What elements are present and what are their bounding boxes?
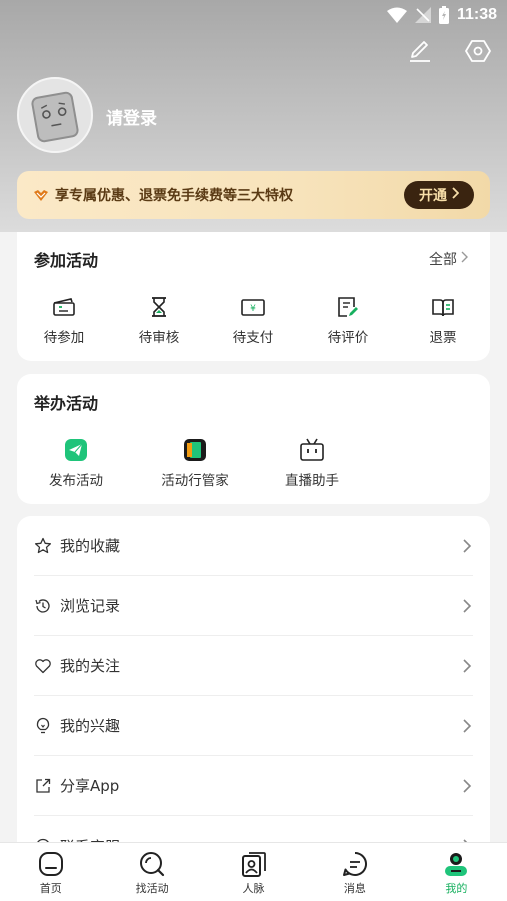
publish-icon [63,437,89,463]
chevron-right-icon [451,187,460,203]
chevron-right-icon [461,658,473,674]
tab-find-activity-label: 找活动 [135,882,169,895]
pending-payment-item[interactable]: ¥ 待支付 [228,294,278,346]
tv-icon [299,437,325,463]
refund-icon [430,294,456,320]
share-app-item[interactable]: 分享App [34,756,473,816]
tab-contacts[interactable]: 人脉 [203,843,304,901]
view-all-link[interactable]: 全部 [429,249,468,269]
status-bar: 11:38 [0,0,507,30]
activity-manager-item[interactable]: 活动行管家 [155,437,235,489]
chevron-right-icon [461,598,473,614]
contacts-icon [240,850,268,878]
pending-attend-label: 待参加 [43,330,85,346]
refund-label: 退票 [429,330,457,346]
tab-contacts-label: 人脉 [242,882,265,895]
settings-icon[interactable] [465,38,491,64]
review-icon [335,294,361,320]
battery-charging-icon [438,6,449,24]
profile-icon [442,850,470,878]
no-signal-icon [414,7,431,23]
pending-review-label: 待审核 [138,330,180,346]
live-assistant-label: 直播助手 [285,473,339,489]
chevron-right-icon [461,718,473,734]
top-actions [407,38,491,64]
svg-text:¥: ¥ [250,304,256,314]
status-time: 11:38 [456,6,497,23]
refund-item[interactable]: 退票 [423,294,463,346]
vip-crown-icon [33,187,49,203]
interests-label: 我的兴趣 [60,717,121,735]
chevron-right-icon [461,778,473,794]
pending-attend-item[interactable]: 待参加 [39,294,89,346]
publish-activity-item[interactable]: 发布活动 [43,437,109,489]
history-label: 浏览记录 [60,597,121,615]
ticket-icon [51,294,77,320]
activity-manager-label: 活动行管家 [161,473,229,489]
open-vip-label: 开通 [419,188,447,204]
vip-banner[interactable]: 享专属优惠、退票免手续费等三大特权 开通 [17,171,490,219]
login-prompt[interactable]: 请登录 [106,104,157,129]
live-assistant-item[interactable]: 直播助手 [279,437,345,489]
tab-home[interactable]: 首页 [0,843,101,901]
tab-profile-label: 我的 [445,882,468,895]
host-activity-title: 举办活动 [34,394,99,413]
share-app-label: 分享App [60,777,120,795]
bottom-tab-bar: 首页 找活动 人脉 消息 我的 [0,842,507,901]
join-activity-title: 参加活动 [34,251,99,270]
payment-icon: ¥ [240,294,266,320]
history-icon [34,597,52,615]
tab-messages[interactable]: 消息 [304,843,405,901]
following-label: 我的关注 [60,657,121,675]
tab-profile[interactable]: 我的 [406,843,507,901]
manager-app-icon [182,437,208,463]
hourglass-icon [146,294,172,320]
tab-home-label: 首页 [39,882,62,895]
pending-payment-label: 待支付 [232,330,274,346]
menu-list: 我的收藏 浏览记录 我的关注 我的兴趣 分享App 联系客服 [17,516,490,856]
chevron-right-icon [461,538,473,554]
message-icon [341,850,369,878]
open-vip-button[interactable]: 开通 [404,181,474,209]
join-activity-card: 参加活动 全部 待参加 待审核 ¥ 待支付 待评价 退票 [17,232,490,361]
share-icon [34,777,52,795]
bulb-icon [34,717,52,735]
favorites-item[interactable]: 我的收藏 [34,516,473,576]
history-item[interactable]: 浏览记录 [34,576,473,636]
tab-messages-label: 消息 [343,882,366,895]
host-activity-card: 举办活动 发布活动 活动行管家 直播助手 [17,374,490,504]
favorites-label: 我的收藏 [60,537,121,555]
interests-item[interactable]: 我的兴趣 [34,696,473,756]
chevron-right-icon [460,251,468,267]
edit-icon[interactable] [407,38,433,64]
following-item[interactable]: 我的关注 [34,636,473,696]
tab-find-activity[interactable]: 找活动 [101,843,202,901]
heart-icon [34,657,52,675]
star-icon [34,537,52,555]
vip-benefits-text: 享专属优惠、退票免手续费等三大特权 [55,188,293,204]
pending-review-item[interactable]: 待审核 [134,294,184,346]
avatar[interactable] [17,77,93,153]
pending-rating-item[interactable]: 待评价 [323,294,373,346]
home-icon [37,850,65,878]
view-all-label: 全部 [429,252,457,268]
wifi-icon [386,7,407,23]
publish-activity-label: 发布活动 [49,473,103,489]
pending-rating-label: 待评价 [327,330,369,346]
search-activity-icon [138,850,166,878]
